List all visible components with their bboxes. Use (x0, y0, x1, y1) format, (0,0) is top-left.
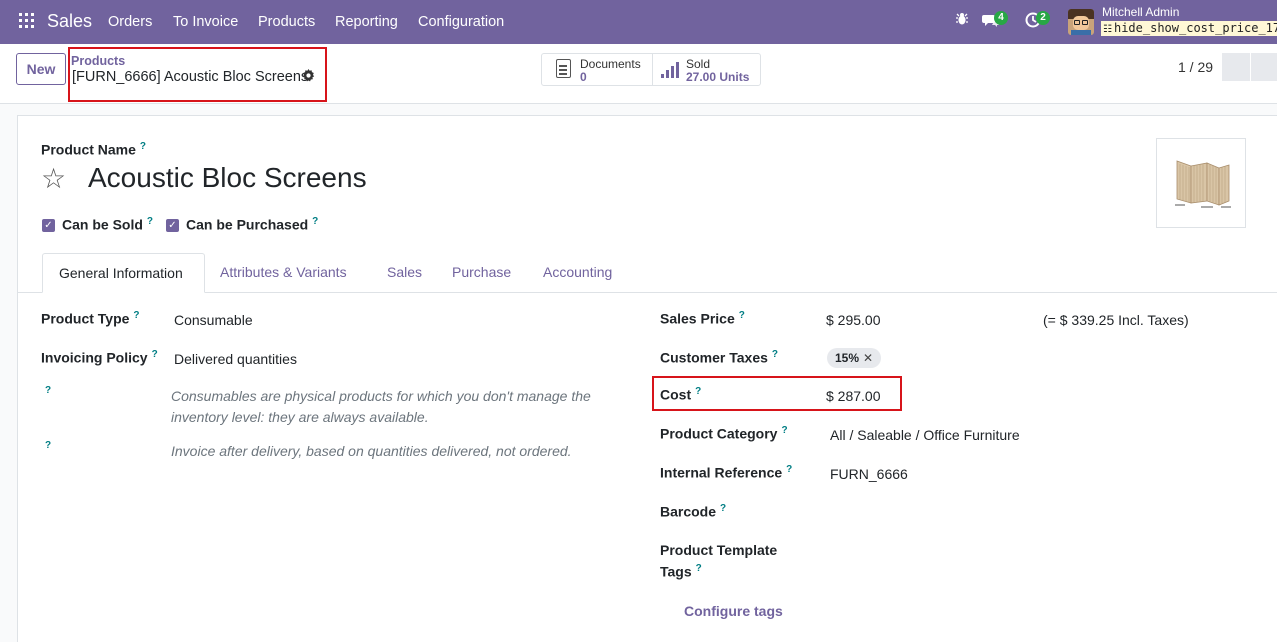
invoicing-help-text: Invoice after delivery, based on quantit… (171, 443, 572, 459)
can-be-sold-label: Can be Sold? (62, 216, 154, 233)
smart-buttons: Documents 0 Sold 27.00 Units (541, 53, 761, 86)
product-name-field[interactable]: Acoustic Bloc Screens (88, 162, 367, 194)
internal-reference-field[interactable]: FURN_6666 (830, 466, 908, 482)
customer-taxes-label: Customer Taxes? (660, 349, 779, 366)
sold-value: 27.00 Units (686, 70, 750, 84)
sold-smart-button[interactable]: Sold 27.00 Units (653, 54, 761, 85)
help-icon[interactable]: ? (45, 385, 51, 396)
highlight-cost (652, 376, 902, 411)
help-icon[interactable]: ? (45, 440, 51, 451)
product-type-help-text: Consumables are physical products for wh… (171, 388, 591, 425)
help-icon[interactable]: ? (152, 349, 158, 360)
form-tabs: General Information Attributes & Variant… (18, 253, 1277, 293)
customer-tax-tag[interactable]: 15% ✕ (827, 348, 882, 368)
help-icon[interactable]: ? (781, 425, 787, 436)
tab-attributes-variants[interactable]: Attributes & Variants (220, 264, 347, 280)
pager-next-button[interactable] (1251, 53, 1277, 81)
barcode-label: Barcode? (660, 503, 727, 520)
invoicing-policy-label: Invoicing Policy? (41, 349, 158, 366)
product-category-field[interactable]: All / Saleable / Office Furniture (830, 427, 1020, 443)
product-template-tags-label-line2: Tags? (660, 563, 702, 580)
product-type-label: Product Type? (41, 310, 140, 327)
app-brand[interactable]: Sales (47, 11, 92, 32)
user-avatar[interactable] (1068, 9, 1094, 35)
form-sheet: Product Name? ☆ Acoustic Bloc Screens ✓ … (17, 115, 1277, 642)
signal-bars-icon (661, 60, 679, 78)
menu-configuration[interactable]: Configuration (418, 14, 504, 30)
internal-reference-label: Internal Reference? (660, 464, 793, 481)
sales-price-field[interactable]: $ 295.00 (826, 312, 881, 328)
help-icon[interactable]: ? (720, 503, 726, 514)
document-icon (556, 59, 571, 78)
help-icon[interactable]: ? (786, 464, 792, 475)
menu-reporting[interactable]: Reporting (335, 14, 398, 30)
product-category-label: Product Category? (660, 425, 788, 442)
product-type-field[interactable]: Consumable (174, 312, 253, 328)
control-panel: New Products [FURN_6666] Acoustic Bloc S… (0, 44, 1277, 104)
highlight-record-title (68, 47, 327, 102)
tab-sales[interactable]: Sales (387, 264, 422, 280)
help-icon[interactable]: ? (140, 141, 146, 152)
can-be-purchased-checkbox[interactable]: ✓ (166, 219, 179, 232)
menu-products[interactable]: Products (258, 14, 315, 30)
acoustic-screen-image (1175, 160, 1231, 208)
tab-accounting[interactable]: Accounting (543, 264, 612, 280)
tab-purchase[interactable]: Purchase (452, 264, 511, 280)
sold-label: Sold (686, 57, 711, 71)
help-icon[interactable]: ? (133, 310, 139, 321)
product-template-tags-label-line1: Product Template (660, 542, 778, 558)
can-be-purchased-label: Can be Purchased? (186, 216, 319, 233)
database-tag: ☷ hide_show_cost_price_17 (1101, 21, 1277, 36)
new-button[interactable]: New (16, 53, 66, 85)
debug-bug-icon[interactable] (955, 12, 969, 30)
menu-orders[interactable]: Orders (108, 14, 152, 30)
app-grid-icon[interactable] (19, 13, 34, 28)
database-name: hide_show_cost_price_17 (1113, 21, 1277, 35)
messages-count-badge: 4 (994, 11, 1008, 25)
product-name-label: Product Name? (41, 141, 147, 158)
documents-smart-button[interactable]: Documents 0 (542, 54, 652, 85)
pager-previous-button[interactable] (1222, 53, 1250, 81)
activities-count-badge: 2 (1036, 11, 1050, 25)
tab-general-information[interactable]: General Information (42, 253, 205, 293)
incl-taxes-text: (= $ 339.25 Incl. Taxes) (1043, 312, 1189, 328)
configure-tags-button[interactable]: Configure tags (684, 603, 783, 619)
help-icon[interactable]: ? (772, 349, 778, 360)
help-icon[interactable]: ? (696, 563, 702, 574)
pager-value[interactable]: 1 / 29 (1178, 59, 1213, 75)
help-icon[interactable]: ? (147, 216, 153, 227)
help-icon[interactable]: ? (312, 216, 318, 227)
documents-label: Documents (580, 57, 641, 71)
invoicing-policy-field[interactable]: Delivered quantities (174, 351, 297, 367)
top-navbar: Sales Orders To Invoice Products Reporti… (0, 0, 1277, 44)
favorite-star-icon[interactable]: ☆ (41, 165, 66, 193)
database-icon: ☷ (1103, 24, 1112, 35)
can-be-sold-checkbox[interactable]: ✓ (42, 219, 55, 232)
remove-tag-icon[interactable]: ✕ (863, 351, 873, 365)
documents-count: 0 (580, 70, 587, 84)
product-image[interactable] (1156, 138, 1246, 228)
menu-to-invoice[interactable]: To Invoice (173, 14, 238, 30)
help-icon[interactable]: ? (739, 310, 745, 321)
user-name[interactable]: Mitchell Admin (1102, 5, 1179, 19)
sales-price-label: Sales Price? (660, 310, 745, 327)
